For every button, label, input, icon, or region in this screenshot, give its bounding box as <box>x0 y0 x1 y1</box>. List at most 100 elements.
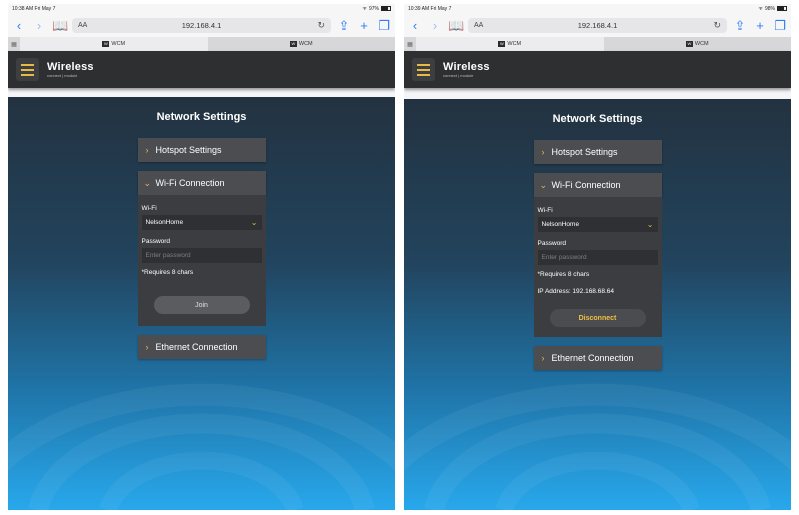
password-requirement-note: *Requires 8 chars <box>141 269 194 276</box>
tab-label: WCM <box>507 41 522 47</box>
battery-percent: 97% <box>368 5 379 12</box>
hamburger-menu-icon[interactable] <box>16 58 39 81</box>
brand-logo: Wireless connect | module <box>47 60 94 78</box>
chevron-down-icon: ⌄ <box>250 218 258 227</box>
wifi-connection-header[interactable]: ⌄ Wi-Fi Connection <box>137 171 266 195</box>
screenshot-left: 10:38 AM Fri May 7 ᯤ 97% ‹ › 📖 AA 192.168… <box>8 4 395 510</box>
chevron-down-icon: ⌄ <box>143 177 152 188</box>
tab-overview-icon[interactable]: ▦ <box>404 37 416 51</box>
favicon-icon: W <box>498 41 506 47</box>
app-header: Wireless connect | module <box>404 51 791 88</box>
hotspot-settings-header[interactable]: › Hotspot Settings <box>533 140 662 164</box>
page-title: Network Settings <box>156 111 247 123</box>
password-field[interactable]: Enter password <box>141 248 262 263</box>
chevron-right-icon: › <box>145 342 149 352</box>
page-content: Network Settings › Hotspot Settings ⌄ Wi-F… <box>8 97 395 510</box>
ethernet-connection-header[interactable]: › Ethernet Connection <box>137 335 266 359</box>
favicon-icon: W <box>289 41 297 47</box>
wifi-field-label: Wi-Fi <box>141 205 157 212</box>
wifi-arcs-background <box>8 370 395 510</box>
brand-title: Wireless <box>443 60 490 73</box>
status-time: 10:38 AM Fri May 7 <box>12 5 56 12</box>
address-bar[interactable]: AA 192.168.4.1 ↻ <box>468 17 727 33</box>
status-time: 10:39 AM Fri May 7 <box>408 5 452 12</box>
reader-aa-button[interactable]: AA <box>78 22 87 29</box>
reload-icon[interactable]: ↻ <box>317 20 325 31</box>
new-tab-icon[interactable]: + <box>357 19 371 32</box>
browser-toolbar: ‹ › 📖 AA 192.168.4.1 ↻ ⇪ + ❐ <box>8 13 395 37</box>
tab-label: WCM <box>694 41 709 47</box>
status-bar: 10:39 AM Fri May 7 ᯤ 98% <box>404 4 791 13</box>
tab-overview-icon[interactable]: ▦ <box>8 37 20 51</box>
status-bar: 10:38 AM Fri May 7 ᯤ 97% <box>8 4 395 13</box>
chevron-right-icon: › <box>541 353 545 363</box>
join-button[interactable]: Join <box>153 296 250 314</box>
brand-subtitle: connect | module <box>443 72 474 78</box>
wifi-form: Wi-Fi NelsonHome ⌄ Password Enter passwor… <box>137 195 266 326</box>
tab-bar: ▦ W WCM W WCM <box>404 37 791 51</box>
page-title: Network Settings <box>552 113 643 125</box>
forward-icon[interactable]: › <box>32 19 46 32</box>
ethernet-connection-header[interactable]: › Ethernet Connection <box>533 346 662 370</box>
brand-title: Wireless <box>47 60 94 73</box>
wifi-section: ⌄ Wi-Fi Connection Wi-Fi NelsonHome ⌄ Pass… <box>533 173 662 337</box>
wifi-field-label: Wi-Fi <box>537 207 553 214</box>
tab-bar: ▦ W WCM W WCM <box>8 37 395 51</box>
hotspot-section: › Hotspot Settings <box>137 138 266 162</box>
screenshot-right: 10:39 AM Fri May 7 ᯤ 98% ‹ › 📖 AA 192.168… <box>404 4 791 510</box>
share-icon[interactable]: ⇪ <box>337 19 351 32</box>
wifi-network-select[interactable]: NelsonHome ⌄ <box>537 217 658 232</box>
wifi-signal-icon: ᯤ <box>362 5 367 12</box>
brand-logo: Wireless connect | module <box>443 60 490 78</box>
tabs-icon[interactable]: ❐ <box>377 19 391 32</box>
wifi-signal-icon: ᯤ <box>758 5 763 12</box>
tab-label: WCM <box>111 41 126 47</box>
bookmarks-icon[interactable]: 📖 <box>52 19 68 32</box>
back-icon[interactable]: ‹ <box>408 19 422 32</box>
chevron-down-icon: ⌄ <box>539 179 548 190</box>
chevron-right-icon: › <box>541 147 545 157</box>
password-label: Password <box>537 240 567 247</box>
ip-address-text: IP Address: 192.168.68.64 <box>537 288 615 295</box>
ethernet-section: › Ethernet Connection <box>137 335 266 359</box>
battery-icon <box>777 6 787 11</box>
share-icon[interactable]: ⇪ <box>733 19 747 32</box>
tab-wcm-1[interactable]: W WCM <box>20 37 208 51</box>
wifi-connection-header[interactable]: ⌄ Wi-Fi Connection <box>533 173 662 197</box>
url-text: 192.168.4.1 <box>577 20 618 30</box>
wifi-network-select[interactable]: NelsonHome ⌄ <box>141 215 262 230</box>
battery-percent: 98% <box>764 5 775 12</box>
back-icon[interactable]: ‹ <box>12 19 26 32</box>
page-content: Network Settings › Hotspot Settings ⌄ Wi-F… <box>404 99 791 510</box>
tab-wcm-1[interactable]: W WCM <box>416 37 604 51</box>
tab-wcm-2[interactable]: W WCM <box>604 37 792 51</box>
chevron-right-icon: › <box>145 145 149 155</box>
chevron-down-icon: ⌄ <box>646 220 654 229</box>
browser-toolbar: ‹ › 📖 AA 192.168.4.1 ↻ ⇪ + ❐ <box>404 13 791 37</box>
favicon-icon: W <box>685 41 693 47</box>
ethernet-section: › Ethernet Connection <box>533 346 662 370</box>
url-text: 192.168.4.1 <box>181 20 222 30</box>
reader-aa-button[interactable]: AA <box>474 22 483 29</box>
hotspot-settings-header[interactable]: › Hotspot Settings <box>137 138 266 162</box>
hotspot-section: › Hotspot Settings <box>533 140 662 164</box>
wifi-form: Wi-Fi NelsonHome ⌄ Password Enter passwor… <box>533 197 662 337</box>
disconnect-button[interactable]: Disconnect <box>549 309 646 327</box>
battery-icon <box>381 6 391 11</box>
address-bar[interactable]: AA 192.168.4.1 ↻ <box>72 17 331 33</box>
wifi-arcs-background <box>404 370 791 510</box>
wifi-section: ⌄ Wi-Fi Connection Wi-Fi NelsonHome ⌄ Pass… <box>137 171 266 326</box>
password-field[interactable]: Enter password <box>537 250 658 265</box>
brand-subtitle: connect | module <box>47 72 78 78</box>
tab-wcm-2[interactable]: W WCM <box>208 37 396 51</box>
app-header: Wireless connect | module <box>8 51 395 88</box>
reload-icon[interactable]: ↻ <box>713 20 721 31</box>
new-tab-icon[interactable]: + <box>753 19 767 32</box>
favicon-icon: W <box>102 41 110 47</box>
password-requirement-note: *Requires 8 chars <box>537 271 590 278</box>
hamburger-menu-icon[interactable] <box>412 58 435 81</box>
forward-icon[interactable]: › <box>428 19 442 32</box>
tab-label: WCM <box>298 41 313 47</box>
bookmarks-icon[interactable]: 📖 <box>448 19 464 32</box>
tabs-icon[interactable]: ❐ <box>773 19 787 32</box>
